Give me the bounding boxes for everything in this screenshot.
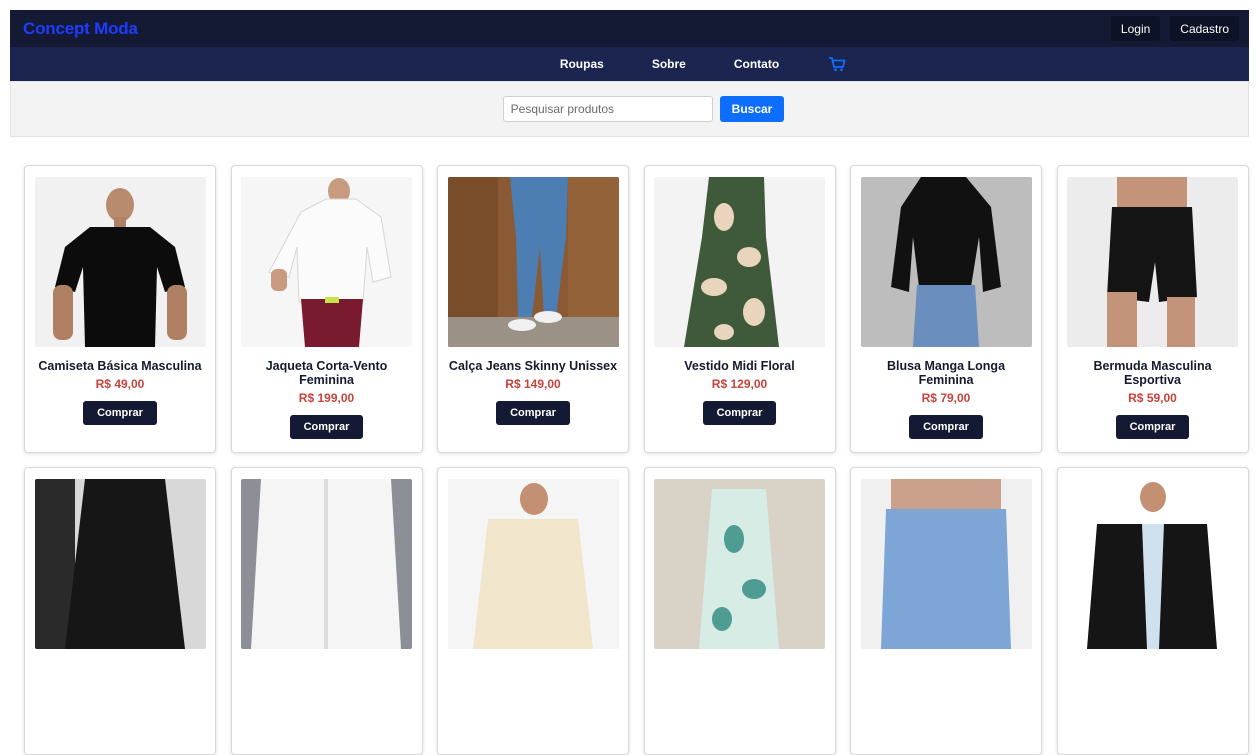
product-card xyxy=(24,467,216,755)
top-header: Concept Moda Login Cadastro xyxy=(10,10,1249,47)
product-image[interactable] xyxy=(654,479,825,649)
product-image[interactable] xyxy=(34,479,206,649)
product-image[interactable] xyxy=(1067,479,1238,649)
product-name: Bermuda Masculina Esportiva xyxy=(1093,359,1212,387)
nav-link-roupas[interactable]: Roupas xyxy=(560,57,604,71)
product-image[interactable] xyxy=(860,479,1032,649)
auth-buttons: Login Cadastro xyxy=(1110,16,1239,41)
product-image[interactable] xyxy=(447,177,619,347)
buy-button[interactable]: Comprar xyxy=(83,401,157,425)
product-name: Camiseta Básica Masculina xyxy=(38,359,202,373)
signup-button[interactable]: Cadastro xyxy=(1170,16,1239,41)
product-price: R$ 149,00 xyxy=(505,377,561,391)
brand-logo[interactable]: Concept Moda xyxy=(23,19,138,39)
buy-button[interactable]: Comprar xyxy=(289,415,364,439)
product-price: R$ 59,00 xyxy=(1128,391,1177,405)
buy-button[interactable]: Comprar xyxy=(1115,415,1190,439)
product-name: Calça Jeans Skinny Unissex xyxy=(448,359,618,373)
product-image[interactable] xyxy=(1067,177,1238,347)
login-button[interactable]: Login xyxy=(1110,16,1161,41)
product-card: Jaqueta Corta-Vento Feminina R$ 199,00 C… xyxy=(230,165,423,453)
product-card xyxy=(850,467,1042,755)
product-image[interactable] xyxy=(34,177,206,347)
nav-link-contato[interactable]: Contato xyxy=(734,57,779,71)
search-button[interactable]: Buscar xyxy=(719,96,785,122)
product-grid: Camiseta Básica Masculina R$ 49,00 Compr… xyxy=(24,165,1250,755)
buy-button[interactable]: Comprar xyxy=(909,415,983,439)
product-image[interactable] xyxy=(860,177,1032,347)
product-price: R$ 199,00 xyxy=(298,391,355,405)
search-group: Buscar xyxy=(502,96,785,122)
product-card: Camiseta Básica Masculina R$ 49,00 Compr… xyxy=(24,165,216,453)
product-image[interactable] xyxy=(241,177,412,347)
product-name: Jaqueta Corta-Vento Feminina xyxy=(265,359,388,387)
product-card: Bermuda Masculina Esportiva R$ 59,00 Com… xyxy=(1056,165,1249,453)
buy-button[interactable]: Comprar xyxy=(496,401,570,425)
product-card xyxy=(643,467,836,755)
product-price: R$ 129,00 xyxy=(711,377,768,391)
product-image[interactable] xyxy=(241,479,412,649)
product-price: R$ 49,00 xyxy=(95,377,145,391)
product-image[interactable] xyxy=(654,177,825,347)
product-card: Calça Jeans Skinny Unissex R$ 149,00 Com… xyxy=(437,165,629,453)
nav-items: Roupas Sobre Contato xyxy=(560,55,847,73)
nav-link-sobre[interactable]: Sobre xyxy=(652,57,686,71)
product-name: Blusa Manga Longa Feminina xyxy=(886,359,1006,387)
search-input[interactable] xyxy=(502,96,713,122)
product-card xyxy=(230,467,423,755)
product-image[interactable] xyxy=(447,479,619,649)
product-price: R$ 79,00 xyxy=(921,391,971,405)
product-card: Vestido Midi Floral R$ 129,00 Comprar xyxy=(643,165,836,453)
product-card xyxy=(1056,467,1249,755)
product-card: Blusa Manga Longa Feminina R$ 79,00 Comp… xyxy=(850,165,1042,453)
product-name: Vestido Midi Floral xyxy=(684,359,795,373)
cart-icon[interactable] xyxy=(827,55,847,73)
search-bar: Buscar xyxy=(10,81,1249,137)
product-card xyxy=(437,467,629,755)
main-nav: Roupas Sobre Contato xyxy=(10,47,1249,81)
buy-button[interactable]: Comprar xyxy=(702,401,777,425)
